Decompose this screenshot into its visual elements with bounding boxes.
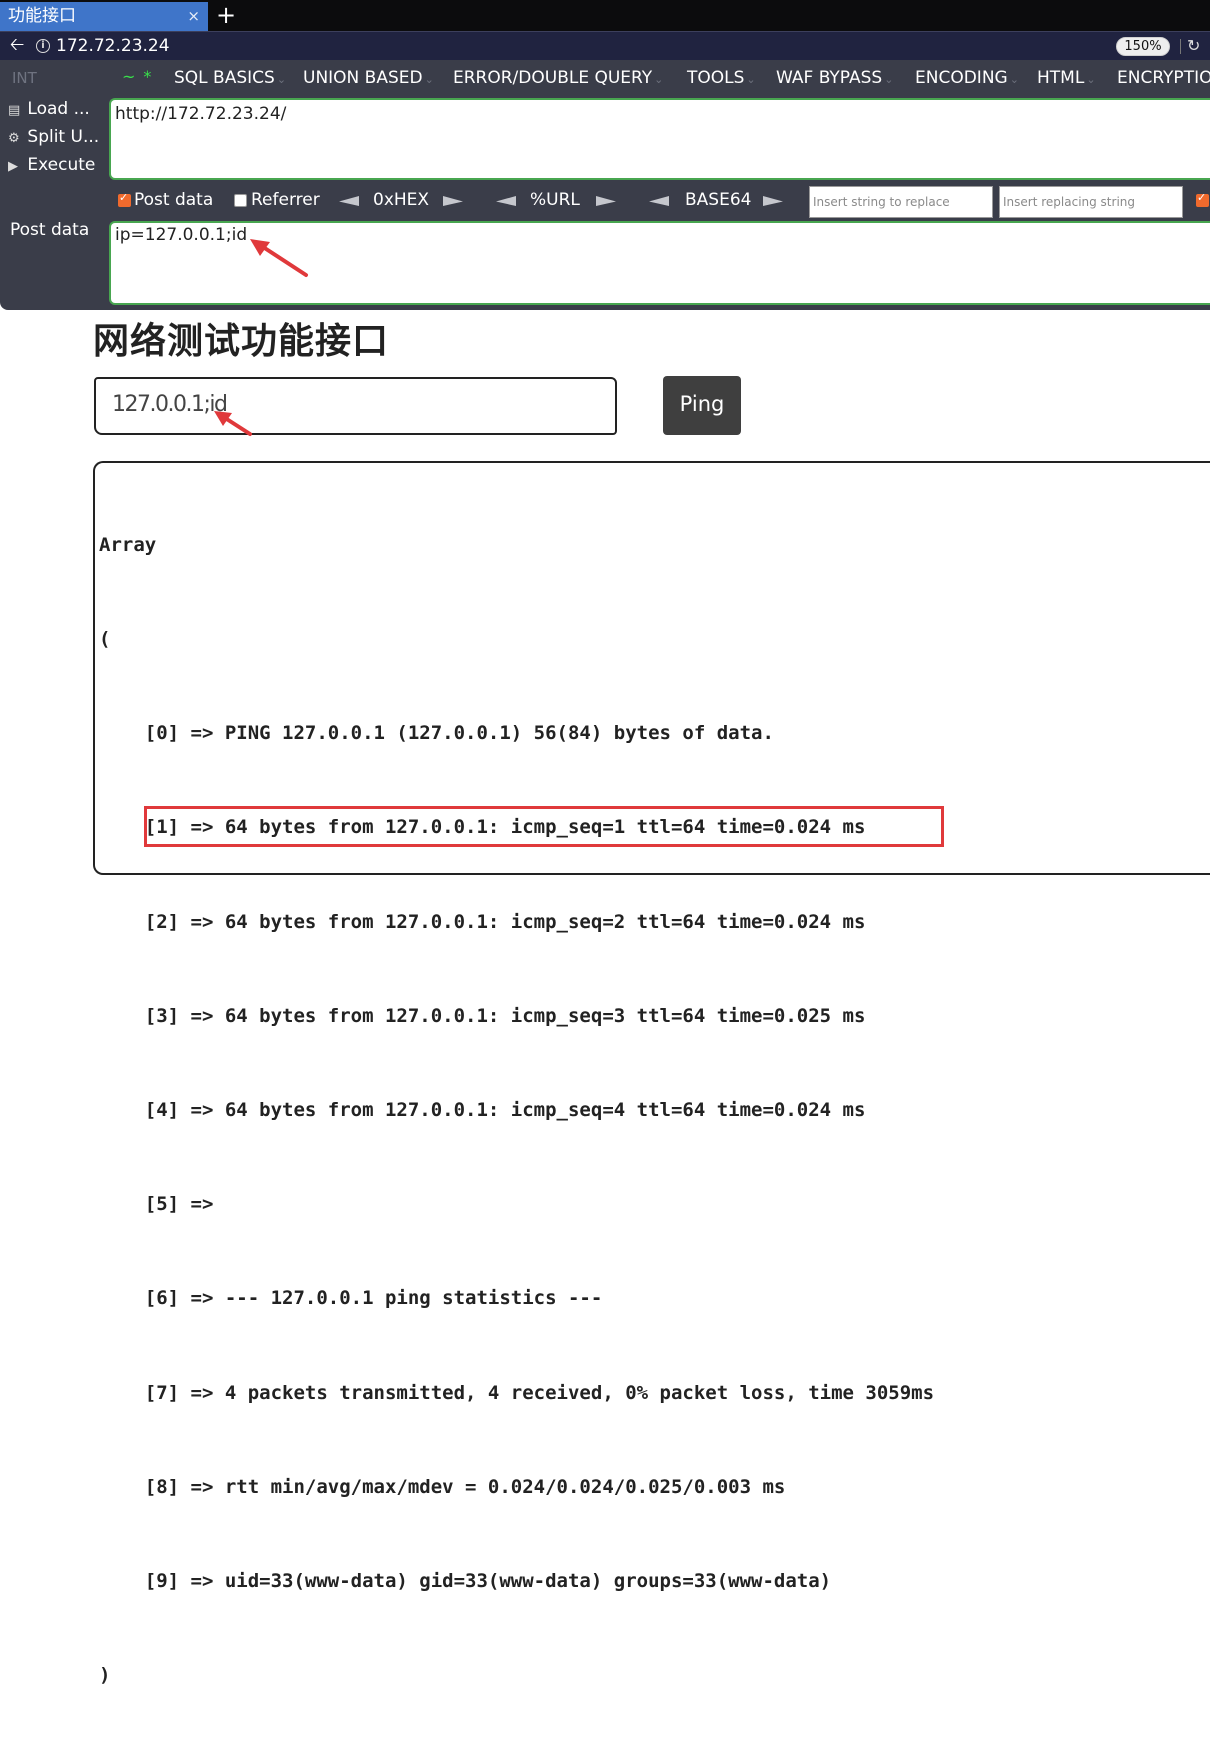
int-label: INT: [12, 69, 37, 87]
url-text[interactable]: 172.72.23.24: [56, 35, 170, 57]
result-line: [0] => PING 127.0.0.1 (127.0.0.1) 56(84)…: [99, 722, 774, 745]
menu-waf-bypass[interactable]: WAF BYPASS ⌄: [776, 68, 893, 88]
replace-checkbox[interactable]: [1196, 191, 1209, 207]
separator: [1180, 39, 1181, 54]
referrer-checkbox[interactable]: [234, 194, 247, 207]
menu-sql-basics[interactable]: SQL BASICS ⌄: [174, 68, 286, 88]
replace-string-input[interactable]: Insert string to replace: [809, 186, 993, 218]
menu-union-based[interactable]: UNION BASED ⌄: [303, 68, 434, 88]
green-dots-icon: ~*: [122, 67, 160, 86]
url-decode-arrow-icon[interactable]: [496, 196, 516, 206]
result-line: [4] => 64 bytes from 127.0.0.1: icmp_seq…: [99, 1099, 866, 1122]
annotation-arrow-icon: [250, 239, 308, 277]
post-data-option-label: Post data: [134, 190, 214, 210]
result-line: [3] => 64 bytes from 127.0.0.1: icmp_seq…: [99, 1004, 866, 1027]
tab-bar: 功能接口 × +: [0, 0, 1210, 31]
base64-encode-arrow-icon[interactable]: [763, 196, 783, 206]
execute-icon: ▶: [8, 159, 18, 174]
tab-active[interactable]: 功能接口 ×: [0, 2, 208, 31]
execute-button[interactable]: ▶ Execute: [8, 155, 95, 175]
hex-label: 0xHEX: [373, 190, 430, 210]
result-line: [5] =>: [99, 1193, 225, 1216]
split-icon: ⚙: [8, 131, 20, 146]
load-url-button[interactable]: ▤ Load ...: [8, 99, 90, 119]
replacing-string-input[interactable]: Insert replacing string: [999, 186, 1183, 218]
close-tab-icon[interactable]: ×: [187, 2, 200, 31]
page-title: 网络测试功能接口: [93, 321, 390, 362]
url-encode-arrow-icon[interactable]: [596, 196, 616, 206]
address-bar: 🡠 i 172.72.23.24 150% ↻: [0, 31, 1210, 60]
ip-input[interactable]: 127.0.0.1;id: [94, 377, 617, 435]
menu-error-double-query[interactable]: ERROR/DOUBLE QUERY ⌄: [453, 68, 663, 88]
load-icon: ▤: [8, 103, 21, 118]
annotation-arrow-icon: [214, 411, 252, 436]
info-icon[interactable]: i: [36, 39, 50, 53]
menu-html[interactable]: HTML ⌄: [1037, 68, 1096, 88]
post-data-label: Post data: [10, 220, 90, 240]
result-line: [8] => rtt min/avg/max/mdev = 0.024/0.02…: [99, 1475, 786, 1498]
new-tab-button[interactable]: +: [216, 1, 236, 29]
options-row: Post data Referrer 0xHEX %URL BASE64 Ins…: [0, 184, 1210, 218]
zoom-level-badge[interactable]: 150%: [1116, 37, 1170, 56]
reload-icon[interactable]: ↻: [1187, 35, 1200, 57]
url-encode-label: %URL: [530, 190, 580, 210]
result-line: ): [99, 1664, 111, 1687]
result-line: [2] => 64 bytes from 127.0.0.1: icmp_seq…: [99, 910, 866, 933]
hex-encode-arrow-icon[interactable]: [443, 196, 463, 206]
tab-title: 功能接口: [8, 6, 76, 26]
result-line: [9] => uid=33(www-data) gid=33(www-data)…: [99, 1570, 832, 1593]
result-line: (: [99, 628, 111, 651]
post-data-checkbox[interactable]: [118, 191, 131, 207]
url-textarea[interactable]: http://172.72.23.24/: [109, 98, 1210, 180]
hackbar-panel: INT ~* SQL BASICS ⌄ UNION BASED ⌄ ERROR/DO…: [0, 60, 1210, 310]
menu-tools[interactable]: TOOLS ⌄: [687, 68, 756, 88]
result-line: Array: [99, 533, 157, 556]
menu-encryption[interactable]: ENCRYPTIO: [1117, 68, 1210, 88]
hex-decode-arrow-icon[interactable]: [339, 196, 359, 206]
base64-decode-arrow-icon[interactable]: [649, 196, 669, 206]
result-text: Array ( [0] => PING 127.0.0.1 (127.0.0.1…: [99, 467, 934, 1754]
base64-label: BASE64: [685, 190, 752, 210]
result-line: [6] => --- 127.0.0.1 ping statistics ---: [99, 1287, 603, 1310]
menu-encoding[interactable]: ENCODING ⌄: [915, 68, 1019, 88]
result-line: [7] => 4 packets transmitted, 4 received…: [99, 1381, 935, 1404]
hackbar-menu: INT ~* SQL BASICS ⌄ UNION BASED ⌄ ERROR/DO…: [0, 60, 1210, 96]
back-arrow-icon[interactable]: 🡠: [6, 35, 28, 57]
split-url-button[interactable]: ⚙ Split U...: [8, 127, 99, 147]
ping-button[interactable]: Ping: [663, 376, 741, 435]
highlight-box: [144, 806, 944, 847]
referrer-option-label: Referrer: [251, 190, 320, 210]
